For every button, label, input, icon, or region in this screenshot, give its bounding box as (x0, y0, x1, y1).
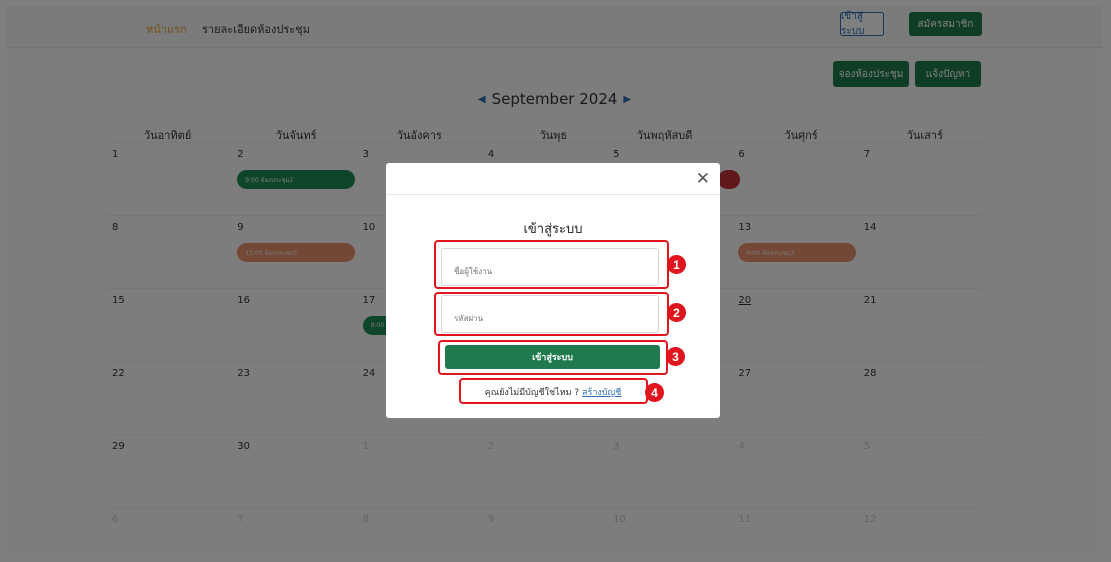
annotation-box-1 (434, 240, 669, 289)
annotation-box-4 (459, 378, 648, 404)
annotation-badge-3: 3 (666, 347, 685, 366)
annotation-box-3 (438, 340, 668, 375)
modal-header: ✕ (386, 163, 720, 195)
modal-title: เข้าสู่ระบบ (523, 222, 583, 237)
close-icon[interactable]: ✕ (696, 169, 710, 189)
annotation-badge-4: 4 (645, 383, 664, 402)
annotation-badge-2: 2 (667, 303, 686, 322)
annotation-badge-1: 1 (667, 255, 686, 274)
annotation-box-2 (434, 292, 669, 336)
